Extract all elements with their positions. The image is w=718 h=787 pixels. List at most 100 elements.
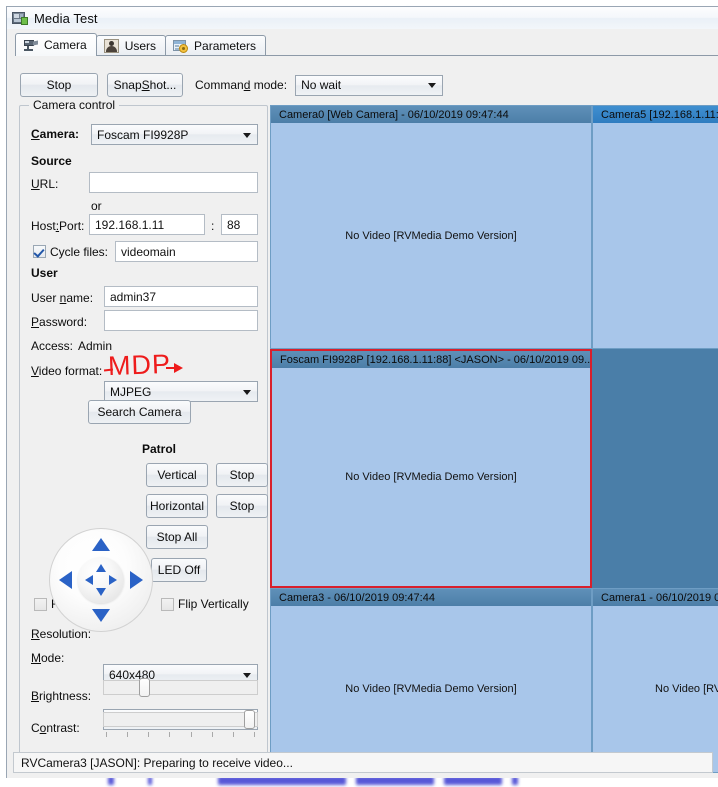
- video-cell-body[interactable]: No Video [RVMedia Demo Version]: [271, 123, 591, 348]
- username-input[interactable]: admin37: [104, 286, 258, 307]
- resolution-label: Resolution:: [31, 627, 92, 641]
- media-test-app-icon: [12, 11, 28, 26]
- source-heading: Source: [31, 154, 72, 168]
- video-cell-title: Camera3 - 06/10/2019 09:47:44: [271, 589, 591, 606]
- flip-horizontally-checkbox[interactable]: [34, 598, 47, 611]
- video-cell-foscam-selected[interactable]: Foscam FI9928P [192.168.1.11:88] <JASON>…: [270, 349, 592, 588]
- video-cell-title: Camera0 [Web Camera] - 06/10/2019 09:47:…: [271, 106, 591, 123]
- no-video-text: No Video [RVMedia Demo Version]: [655, 683, 718, 695]
- camera-label: Camera:: [31, 127, 80, 141]
- command-mode-label: Command mode:: [195, 78, 288, 92]
- or-label: or: [91, 199, 102, 213]
- patrol-horizontal-stop-button[interactable]: Stop: [216, 494, 268, 518]
- video-cell-title: Camera5 [192.168.1.11:88: [593, 106, 718, 123]
- hostport-label: Host:Port:: [31, 219, 85, 233]
- video-cell-title: Foscam FI9928P [192.168.1.11:88] <JASON>…: [272, 351, 590, 368]
- video-format-value: MJPEG: [110, 384, 152, 399]
- brightness-slider-thumb[interactable]: [138, 678, 150, 697]
- video-cell-body[interactable]: [593, 123, 718, 348]
- video-cell-camera0[interactable]: Camera0 [Web Camera] - 06/10/2019 09:47:…: [270, 105, 592, 349]
- command-toolbar: Stop Snap Shot... Command mode: No wait: [20, 73, 444, 97]
- port-separator: :: [211, 219, 215, 233]
- chevron-down-icon: [428, 83, 437, 88]
- access-value: Admin: [78, 339, 113, 353]
- video-cell-body[interactable]: No Video [RVMedia Demo Version]: [271, 606, 591, 772]
- ptz-right-icon[interactable]: [130, 571, 143, 589]
- mode-label: Mode:: [31, 651, 65, 665]
- host-input[interactable]: 192.168.1.11: [89, 214, 205, 235]
- access-label: Access:: [31, 339, 74, 353]
- patrol-heading: Patrol: [142, 442, 177, 456]
- video-cell-camera5[interactable]: Camera5 [192.168.1.11:88: [592, 105, 718, 349]
- ptz-direction-pad[interactable]: [49, 528, 153, 632]
- no-video-text: No Video [RVMedia Demo Version]: [345, 229, 517, 242]
- brightness-slider[interactable]: [103, 678, 258, 697]
- tab-users-label: Users: [124, 39, 157, 53]
- password-input[interactable]: [104, 310, 258, 331]
- video-cell-body[interactable]: No Video [RVMedia Demo Version]: [272, 368, 590, 586]
- camera-control-group-title: Camera control: [29, 98, 120, 112]
- window-title: Media Test: [34, 10, 98, 26]
- video-format-label: Video format:: [31, 364, 103, 378]
- cycle-files-label: Cycle files:: [50, 245, 109, 259]
- url-label: URL:: [31, 177, 59, 191]
- no-video-text: No Video [RVMedia Demo Version]: [345, 683, 517, 695]
- video-format-select[interactable]: MJPEG: [104, 381, 258, 402]
- tab-parameters-label: Parameters: [194, 39, 257, 53]
- main-window: Media Test Camera Users Parameters Stop …: [6, 6, 718, 778]
- port-input[interactable]: 88: [221, 214, 258, 235]
- patrol-vertical-stop-button[interactable]: Stop: [216, 463, 268, 487]
- patrol-stop-all-button[interactable]: Stop All: [146, 525, 208, 549]
- ptz-center-button[interactable]: [78, 557, 124, 603]
- tab-strip-divider: [15, 55, 718, 56]
- patrol-vertical-button[interactable]: Vertical: [146, 463, 208, 487]
- tab-camera-label: Camera: [44, 38, 87, 52]
- video-cell-camera3[interactable]: Camera3 - 06/10/2019 09:47:44 No Video […: [270, 588, 592, 773]
- snapshot-button[interactable]: Snap Shot...: [107, 73, 183, 97]
- tab-camera[interactable]: Camera: [15, 33, 97, 56]
- client-area: Stop Snap Shot... Command mode: No wait C…: [8, 57, 718, 778]
- led-off-button[interactable]: LED Off: [151, 558, 207, 582]
- brightness-label: Brightness:: [31, 689, 92, 703]
- status-bar-text: RVCamera3 [JASON]: Preparing to receive …: [21, 755, 293, 770]
- camera-icon: [23, 38, 39, 52]
- url-input[interactable]: [89, 172, 258, 193]
- tab-parameters[interactable]: Parameters: [165, 35, 267, 56]
- contrast-label: Contrast:: [31, 721, 80, 735]
- password-label: Password:: [31, 315, 88, 329]
- flip-vertically-label: Flip Vertically: [178, 597, 249, 611]
- video-cell-body[interactable]: No Video [RVMedia Demo Version]: [593, 606, 718, 772]
- username-label: User name:: [31, 291, 94, 305]
- user-icon: [103, 39, 120, 53]
- command-mode-value: No wait: [301, 78, 342, 92]
- ptz-up-icon[interactable]: [92, 538, 110, 551]
- flip-vertically-checkbox[interactable]: [161, 598, 174, 611]
- video-grid: Camera0 [Web Camera] - 06/10/2019 09:47:…: [270, 105, 718, 773]
- command-mode-select[interactable]: No wait: [295, 74, 444, 96]
- camera-select-value: Foscam FI9928P: [97, 127, 189, 142]
- cycle-files-input[interactable]: videomain: [115, 241, 258, 262]
- chevron-down-icon: [243, 672, 251, 678]
- tab-users[interactable]: Users: [95, 35, 167, 56]
- chevron-down-icon: [243, 389, 251, 395]
- camera-control-group: Camera control Camera: Foscam FI9928P So…: [19, 98, 268, 773]
- search-camera-button[interactable]: Search Camera: [88, 400, 191, 424]
- ptz-left-icon[interactable]: [59, 571, 72, 589]
- contrast-slider[interactable]: [103, 710, 258, 729]
- camera-select[interactable]: Foscam FI9928P: [91, 124, 258, 145]
- video-cell-title: Camera1 - 06/10/2019 09: [593, 589, 718, 606]
- contrast-slider-ticks: [106, 732, 255, 737]
- no-video-text: No Video [RVMedia Demo Version]: [345, 471, 517, 483]
- chevron-down-icon: [243, 132, 251, 138]
- parameters-icon: [173, 39, 189, 53]
- stop-button[interactable]: Stop: [20, 73, 98, 97]
- video-cell-camera1[interactable]: Camera1 - 06/10/2019 09 No Video [RVMedi…: [592, 588, 718, 773]
- status-bar: RVCamera3 [JASON]: Preparing to receive …: [13, 752, 713, 773]
- contrast-slider-thumb[interactable]: [243, 710, 255, 729]
- patrol-horizontal-button[interactable]: Horizontal: [146, 494, 208, 518]
- password-annotation-arrow: [174, 363, 183, 373]
- tab-strip: Camera Users Parameters: [15, 33, 718, 56]
- title-bar: Media Test: [7, 7, 718, 29]
- cycle-files-checkbox[interactable]: [33, 245, 46, 258]
- ptz-down-icon[interactable]: [92, 609, 110, 622]
